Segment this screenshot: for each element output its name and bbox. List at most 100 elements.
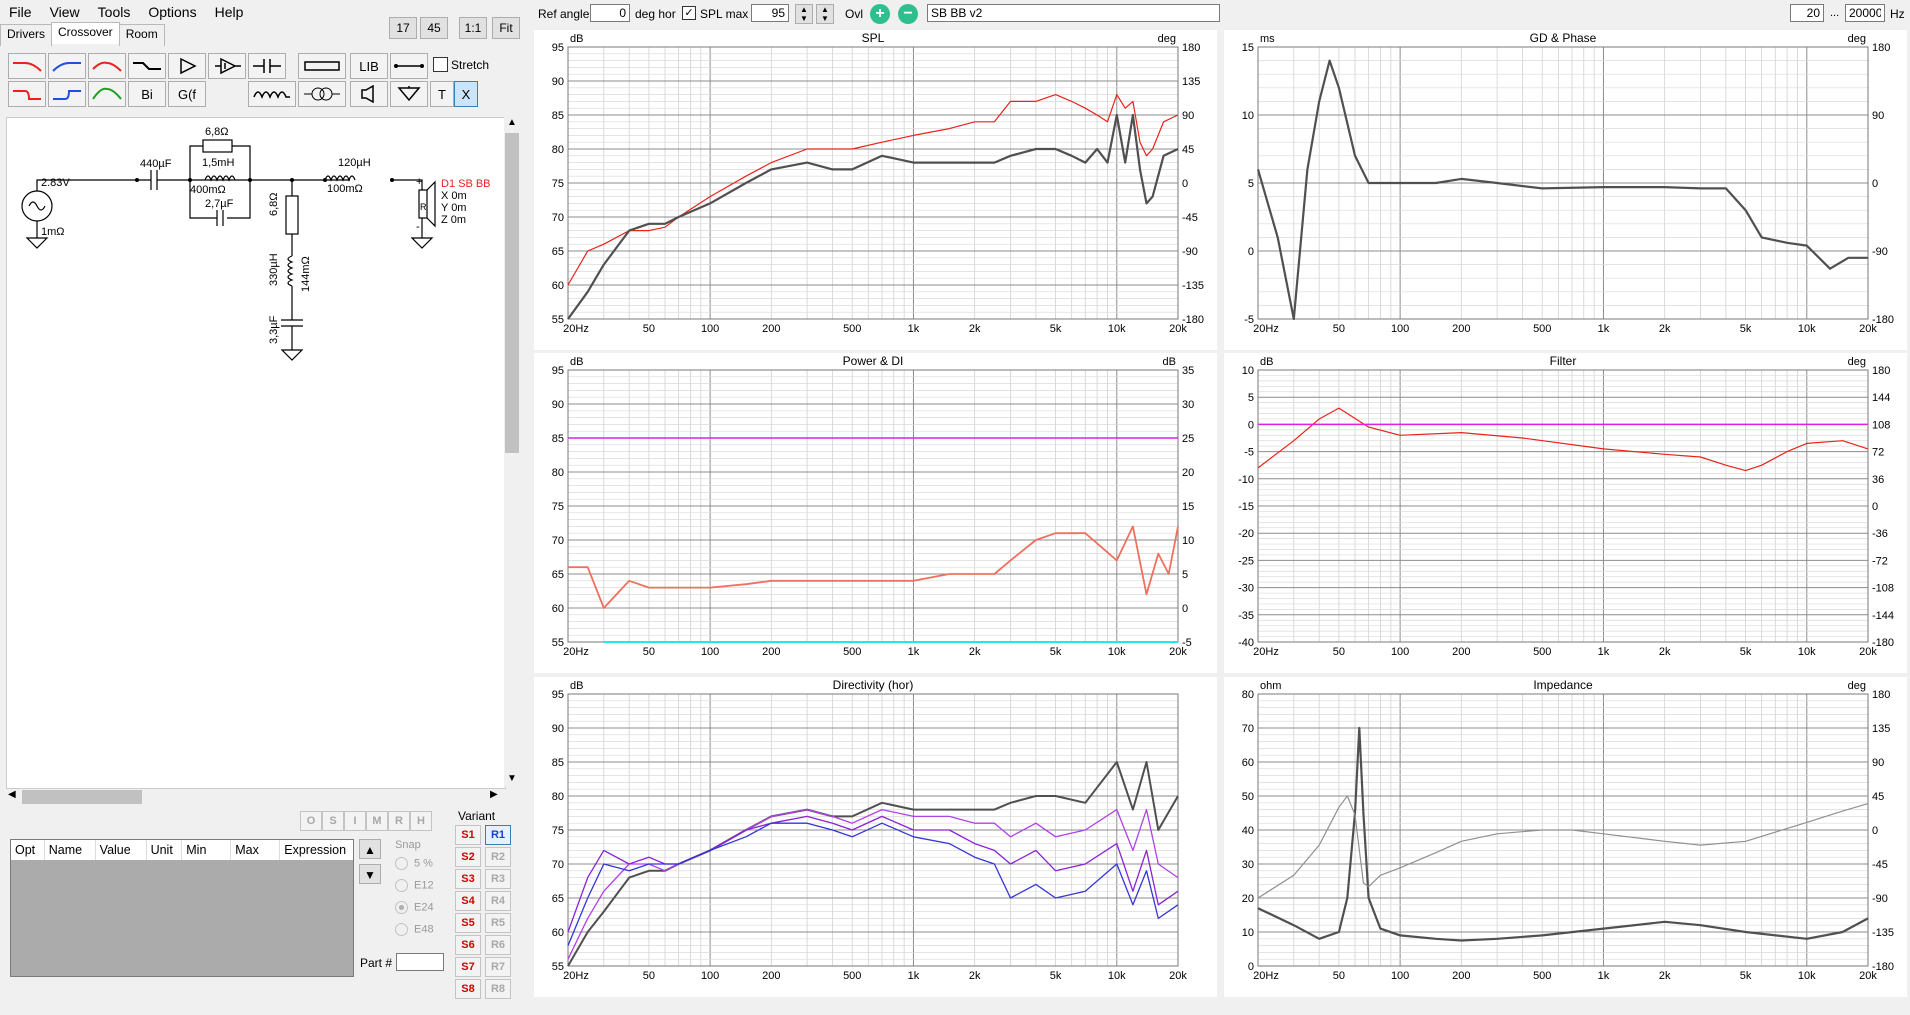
gain-function-button[interactable]: G(f	[168, 81, 206, 107]
variant-s8-button[interactable]: S8	[455, 979, 481, 999]
part-number-input[interactable]	[396, 953, 444, 971]
zoom-1-1-button[interactable]: 1:1	[459, 17, 487, 39]
scroll-left-icon[interactable]: ◀	[8, 789, 16, 800]
move-up-button[interactable]: ▲	[359, 839, 381, 859]
menu-file[interactable]: File	[0, 0, 41, 24]
amplifier-tool[interactable]	[168, 53, 206, 79]
freq-min-input[interactable]	[1790, 4, 1824, 22]
r-shunt-label: 6,8Ω	[268, 192, 280, 216]
schematic-canvas[interactable]: 2.83V 1mΩ 440µF 6,8Ω 1,5mH 400mΩ 2,7µF 1…	[6, 117, 506, 789]
variant-s7-button[interactable]: S7	[455, 957, 481, 977]
menu-tools[interactable]: Tools	[89, 0, 140, 24]
ground-tool[interactable]	[390, 81, 428, 107]
col-opt[interactable]: Opt	[11, 840, 45, 860]
variant-r6-button[interactable]: R6	[485, 935, 511, 955]
zoom-17-button[interactable]: 17	[389, 17, 417, 39]
resistor-tool[interactable]	[298, 53, 346, 79]
spl-max-spinner[interactable]: ▲ ▼	[795, 4, 813, 24]
lowpass2-red-tool[interactable]	[8, 81, 46, 107]
hscroll-thumb[interactable]	[22, 790, 142, 804]
parameter-table[interactable]: Opt Name Value Unit Min Max Expression	[10, 839, 354, 977]
remove-overlay-icon[interactable]: −	[898, 4, 918, 24]
snap-e24-radio[interactable]: E24	[395, 901, 434, 914]
inductor-tool[interactable]	[248, 81, 296, 107]
highpass-blue-tool[interactable]	[48, 53, 86, 79]
bandpass-green-tool[interactable]	[88, 81, 126, 107]
variant-s2-button[interactable]: S2	[455, 847, 481, 867]
delete-tool[interactable]: X	[454, 81, 478, 107]
col-name[interactable]: Name	[45, 840, 96, 860]
snap-e12-radio[interactable]: E12	[395, 879, 434, 892]
col-unit[interactable]: Unit	[147, 840, 183, 860]
ground-icon	[397, 86, 421, 102]
move-down-button[interactable]: ▼	[359, 864, 381, 884]
spl-range-spinner[interactable]: ▲ ▼	[816, 4, 834, 24]
add-overlay-icon[interactable]: +	[870, 4, 890, 24]
col-min[interactable]: Min	[182, 840, 232, 860]
optim-i-button[interactable]: I	[344, 811, 366, 831]
fit-button[interactable]: Fit	[492, 17, 520, 39]
capacitor-tool[interactable]	[248, 53, 286, 79]
col-max[interactable]: Max	[231, 840, 281, 860]
menu-view[interactable]: View	[41, 0, 89, 24]
wire-tool[interactable]	[390, 53, 428, 79]
biamp-button[interactable]: Bi	[128, 81, 166, 107]
optim-h-button[interactable]: H	[410, 811, 432, 831]
left-unit-label: dB	[570, 33, 583, 45]
scroll-right-icon[interactable]: ▶	[490, 789, 498, 800]
x-tick-label: 100	[701, 323, 719, 335]
scroll-down-icon[interactable]: ▼	[507, 773, 517, 784]
transformer-tool[interactable]	[298, 81, 346, 107]
variant-r8-button[interactable]: R8	[485, 979, 511, 999]
freq-max-input[interactable]	[1845, 4, 1885, 22]
optim-s-button[interactable]: S	[322, 811, 344, 831]
right-tick-label: 180	[1872, 365, 1890, 377]
buffer-tool[interactable]	[208, 53, 246, 79]
menu-help[interactable]: Help	[206, 0, 253, 24]
variant-s1-button[interactable]: S1	[455, 825, 481, 845]
ref-angle-input[interactable]	[590, 4, 630, 22]
zoom-45-button[interactable]: 45	[420, 17, 448, 39]
tab-drivers[interactable]: Drivers	[0, 24, 52, 46]
variant-r7-button[interactable]: R7	[485, 957, 511, 977]
col-value[interactable]: Value	[96, 840, 147, 860]
optim-r-button[interactable]: R	[388, 811, 410, 831]
schematic-hscrollbar[interactable]: ◀ ▶	[6, 789, 504, 805]
variant-r3-button[interactable]: R3	[485, 869, 511, 889]
vscroll-thumb[interactable]	[505, 133, 519, 453]
highpass2-blue-tool[interactable]	[48, 81, 86, 107]
right-tick-label: -135	[1872, 927, 1894, 939]
stretch-checkbox[interactable]	[433, 57, 448, 72]
spl-max-input[interactable]	[751, 4, 789, 22]
text-tool[interactable]: T	[430, 81, 454, 107]
lowpass-red-tool[interactable]	[8, 53, 46, 79]
variant-r5-button[interactable]: R5	[485, 913, 511, 933]
x-tick-label: 20Hz	[1253, 323, 1279, 335]
snap-5pct-radio[interactable]: 5 %	[395, 857, 433, 870]
bandpass-red-tool[interactable]	[88, 53, 126, 79]
col-expression[interactable]: Expression	[280, 840, 353, 860]
variant-r2-button[interactable]: R2	[485, 847, 511, 867]
optim-m-button[interactable]: M	[366, 811, 388, 831]
menu-options[interactable]: Options	[139, 0, 205, 24]
project-name-input[interactable]	[927, 4, 1220, 22]
right-tick-label: -108	[1872, 583, 1894, 595]
variant-s3-button[interactable]: S3	[455, 869, 481, 889]
optim-o-button[interactable]: O	[300, 811, 322, 831]
driver-name-label: D1 SB BB	[441, 178, 491, 190]
tab-room[interactable]: Room	[118, 24, 165, 46]
shelf-tool[interactable]	[128, 53, 166, 79]
snap-e48-radio[interactable]: E48	[395, 923, 434, 936]
speaker-icon	[361, 85, 374, 103]
variant-s6-button[interactable]: S6	[455, 935, 481, 955]
scroll-up-icon[interactable]: ▲	[507, 117, 517, 128]
variant-s5-button[interactable]: S5	[455, 913, 481, 933]
variant-r4-button[interactable]: R4	[485, 891, 511, 911]
library-button[interactable]: LIB	[350, 53, 388, 79]
schematic-vscrollbar[interactable]: ▲ ▼	[504, 117, 520, 787]
speaker-tool[interactable]	[350, 81, 388, 107]
spl-max-checkbox[interactable]: ✓	[682, 6, 696, 20]
variant-r1-button[interactable]: R1	[485, 825, 511, 845]
variant-s4-button[interactable]: S4	[455, 891, 481, 911]
tab-crossover[interactable]: Crossover	[51, 22, 120, 44]
